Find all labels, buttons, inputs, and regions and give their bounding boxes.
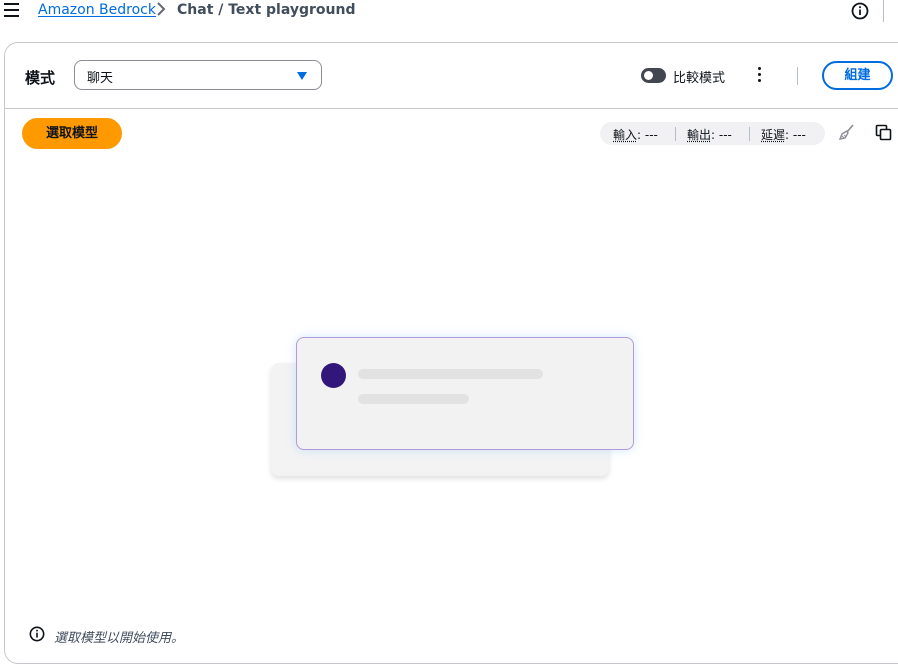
select-model-button[interactable]: 選取模型 xyxy=(22,118,122,149)
copy-icon[interactable] xyxy=(875,124,893,142)
info-icon xyxy=(29,626,45,642)
mode-select-value: 聊天 xyxy=(87,71,114,86)
caret-down-icon xyxy=(297,72,307,80)
hint-text: 選取模型以開始使用。 xyxy=(54,631,185,646)
skeleton-line xyxy=(358,394,469,404)
metric-input[interactable]: 輸入: --- xyxy=(613,126,658,143)
avatar xyxy=(321,363,346,388)
vertical-ellipsis-icon[interactable] xyxy=(753,67,765,85)
header-divider xyxy=(797,67,798,85)
playground-panel: 模式 聊天 比較模式 組建 選取模型 輸入: --- 輸出: --- 延遲: -… xyxy=(4,42,898,664)
metric-divider xyxy=(675,127,676,141)
metric-latency[interactable]: 延遲: --- xyxy=(761,126,806,143)
playground-header: 模式 聊天 比較模式 組建 xyxy=(5,43,898,109)
build-button[interactable]: 組建 xyxy=(822,61,893,90)
mode-select[interactable]: 聊天 xyxy=(74,60,322,90)
chevron-right-icon xyxy=(157,2,166,16)
mode-label: 模式 xyxy=(25,69,56,87)
metrics-bar: 輸入: --- 輸出: --- 延遲: --- xyxy=(600,122,825,145)
broom-icon[interactable] xyxy=(838,123,856,141)
top-navigation-bar: Amazon Bedrock Chat / Text playground xyxy=(0,0,898,24)
metric-output[interactable]: 輸出: --- xyxy=(687,126,732,143)
breadcrumb-current-page: Chat / Text playground xyxy=(177,2,356,18)
metric-divider xyxy=(749,127,750,141)
compare-mode-toggle[interactable] xyxy=(641,68,666,83)
info-icon[interactable] xyxy=(851,2,869,20)
topbar-divider xyxy=(883,0,884,22)
hamburger-icon[interactable] xyxy=(4,3,19,17)
skeleton-line xyxy=(358,369,543,379)
compare-mode-label: 比較模式 xyxy=(673,71,726,86)
breadcrumb-amazon-bedrock-link[interactable]: Amazon Bedrock xyxy=(38,2,156,18)
placeholder-card-front xyxy=(296,337,634,450)
